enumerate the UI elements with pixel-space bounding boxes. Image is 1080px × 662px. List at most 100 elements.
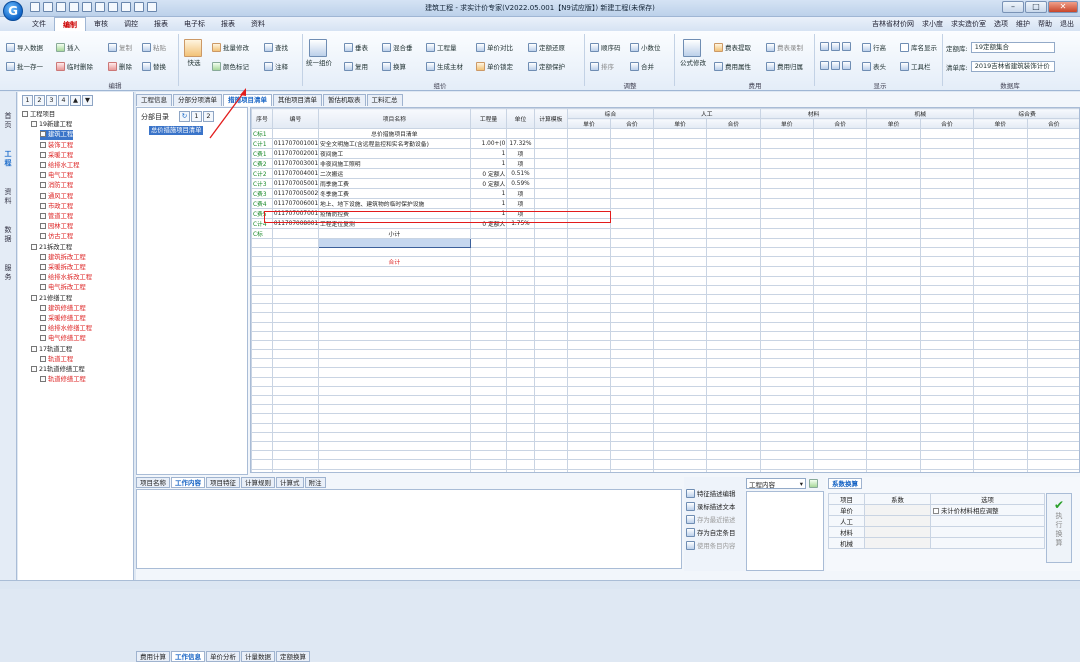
grid-cell[interactable]	[920, 414, 973, 423]
grid-cell[interactable]	[534, 359, 567, 368]
grid-cell[interactable]: 0.59%	[507, 179, 534, 189]
grid-cell[interactable]	[470, 267, 507, 276]
grid-cell[interactable]	[252, 396, 273, 405]
table-row[interactable]: C计1011707001001安全文明施工(含远程监控和实名考勤设备)1.00+…	[252, 139, 1080, 149]
grid-cell[interactable]	[867, 219, 920, 229]
grid-cell[interactable]	[760, 386, 813, 395]
grid-cell[interactable]: 0.51%	[507, 169, 534, 179]
grid-cell[interactable]	[867, 209, 920, 219]
grid-cell[interactable]	[760, 304, 813, 313]
grid-cell[interactable]	[760, 219, 813, 229]
grid-cell[interactable]	[867, 248, 920, 257]
save-icon[interactable]	[56, 2, 66, 12]
grid-cell[interactable]	[974, 169, 1027, 179]
grid-cell[interactable]	[534, 129, 567, 139]
grid-cell[interactable]	[610, 460, 653, 469]
grid-cell[interactable]: 地上、地下设施、建筑物的临时保护设施	[318, 199, 470, 209]
decimal-button[interactable]: 小数位	[630, 42, 661, 52]
grid-cell[interactable]: C标	[252, 229, 273, 239]
grid-cell[interactable]	[920, 460, 973, 469]
grid-cell[interactable]	[867, 469, 920, 473]
grid-cell[interactable]	[653, 322, 706, 331]
redo-icon[interactable]	[95, 2, 105, 12]
grid-cell[interactable]	[470, 285, 507, 294]
grid-cell[interactable]	[814, 189, 867, 199]
grid-cell[interactable]	[1027, 322, 1080, 331]
grid-cell[interactable]	[568, 451, 611, 460]
grid-cell[interactable]	[814, 219, 867, 229]
grid-cell[interactable]	[252, 248, 273, 257]
grid-cell[interactable]	[1027, 248, 1080, 257]
grid-cell[interactable]	[610, 313, 653, 322]
grid-cell[interactable]	[653, 460, 706, 469]
grid-cell[interactable]	[760, 257, 813, 267]
grid-cell[interactable]	[610, 451, 653, 460]
grid-cell[interactable]	[760, 423, 813, 432]
grid-cell[interactable]	[534, 460, 567, 469]
grid-cell[interactable]	[814, 239, 867, 248]
record-text-button[interactable]: 录标描述文本	[686, 502, 735, 511]
grid-cell[interactable]	[974, 248, 1027, 257]
grid-cell[interactable]	[318, 368, 470, 377]
grid-cell[interactable]	[814, 267, 867, 276]
material-price-link[interactable]: 吉林省材价网	[872, 19, 914, 29]
grid-cell[interactable]: 项	[507, 149, 534, 159]
batch-button[interactable]: 批一存一	[6, 61, 43, 71]
grid-cell[interactable]	[920, 432, 973, 441]
col-sub-price[interactable]: 单价	[568, 119, 611, 129]
grid-cell[interactable]	[252, 423, 273, 432]
tree-item[interactable]: 21轨道修缮工程	[31, 365, 85, 375]
grid-cell[interactable]	[272, 229, 318, 239]
grid-cell[interactable]	[920, 423, 973, 432]
tree-item[interactable]: 采暖拆改工程	[40, 263, 86, 273]
grid-cell[interactable]	[1027, 340, 1080, 349]
grid-cell[interactable]	[974, 423, 1027, 432]
tree-item[interactable]: 轨道修缮工程	[40, 375, 86, 385]
grid-cell[interactable]	[318, 331, 470, 340]
grid-cell[interactable]	[867, 285, 920, 294]
table-row[interactable]: C计3011707005001雨季施工费0 定额人0.59%	[252, 179, 1080, 189]
grid-cell[interactable]	[974, 199, 1027, 209]
grid-cell[interactable]	[920, 149, 973, 159]
grid-cell[interactable]	[974, 350, 1027, 359]
grid-cell[interactable]	[507, 229, 534, 239]
grid-cell[interactable]	[760, 350, 813, 359]
grid-cell[interactable]	[470, 248, 507, 257]
grid-cell[interactable]	[760, 209, 813, 219]
grid-cell[interactable]	[1027, 257, 1080, 267]
grid-cell[interactable]	[272, 304, 318, 313]
sort-button[interactable]: 排序	[590, 61, 614, 71]
grid-cell[interactable]	[653, 340, 706, 349]
grid-cell[interactable]	[470, 405, 507, 414]
grid-cell[interactable]	[507, 469, 534, 473]
grid-cell[interactable]: C费4	[252, 199, 273, 209]
grid-cell[interactable]	[760, 322, 813, 331]
grid-cell[interactable]	[1027, 441, 1080, 450]
grid-cell[interactable]	[1027, 209, 1080, 219]
grid-cell[interactable]	[974, 149, 1027, 159]
grid-cell[interactable]	[318, 276, 470, 285]
grid-cell[interactable]	[1027, 139, 1080, 149]
grid-cell[interactable]	[867, 169, 920, 179]
grid-cell[interactable]	[974, 139, 1027, 149]
grid-cell[interactable]	[610, 199, 653, 209]
grid-cell[interactable]	[920, 267, 973, 276]
grid-cell[interactable]	[974, 340, 1027, 349]
col-code[interactable]: 编号	[272, 109, 318, 129]
batch-modify-button[interactable]: 批量修改	[212, 42, 249, 52]
grid-cell[interactable]	[653, 423, 706, 432]
grid-cell[interactable]	[470, 129, 507, 139]
grid-cell[interactable]	[507, 285, 534, 294]
grid-cell[interactable]	[470, 350, 507, 359]
quota-lib-select[interactable]: 19定额集合	[971, 42, 1055, 53]
bill-lib-select[interactable]: 2019吉林省建筑装饰计价	[971, 61, 1055, 72]
grid-cell[interactable]	[920, 209, 973, 219]
grid-cell[interactable]	[470, 276, 507, 285]
grid-cell[interactable]	[470, 294, 507, 303]
grid-cell[interactable]	[760, 396, 813, 405]
grid-cell[interactable]	[568, 248, 611, 257]
grid-cell[interactable]	[470, 469, 507, 473]
table-row[interactable]	[252, 239, 1080, 248]
tree-item[interactable]: 市政工程	[40, 202, 73, 212]
grid-cell[interactable]	[974, 405, 1027, 414]
